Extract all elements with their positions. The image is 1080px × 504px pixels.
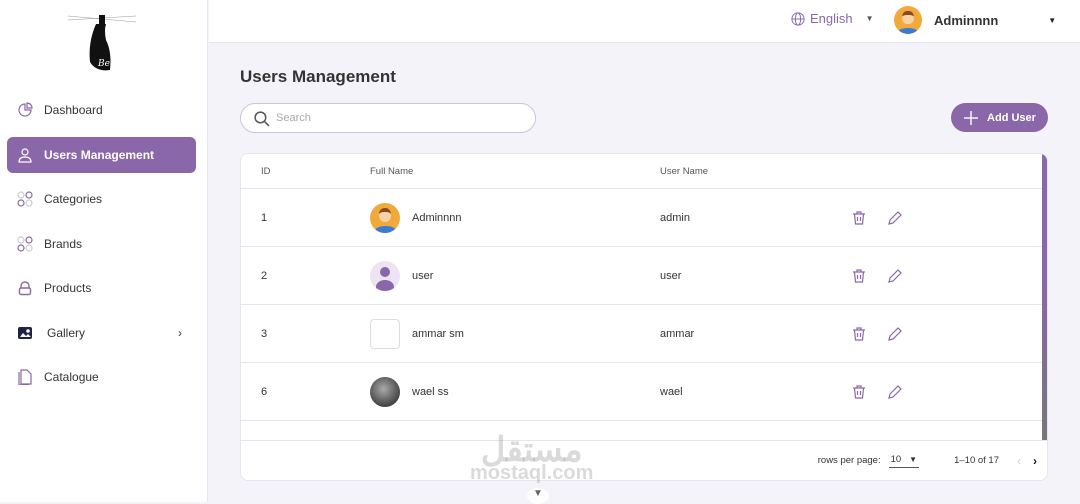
pagination: rows per page: 10 ▼ 1–10 of 17 ‹ › — [241, 440, 1047, 480]
caret-down-icon: ▼ — [865, 14, 874, 23]
scrollbar[interactable] — [1042, 154, 1047, 441]
cell-user-name: admin — [660, 211, 690, 224]
user-icon — [17, 147, 33, 163]
rows-per-page-select[interactable]: 10 ▼ — [888, 453, 920, 468]
cell-full-name: user — [370, 260, 434, 291]
sidebar-item-label: Brands — [44, 236, 83, 251]
lock-icon — [17, 280, 33, 296]
table-row: 1 Adminnnn admin — [241, 189, 1047, 247]
full-name: ammar sm — [412, 327, 464, 340]
cell-id: 3 — [261, 327, 268, 340]
table-body[interactable]: 1 Adminnnn admin 2 user user 3 ammar sm … — [241, 189, 1047, 441]
search-icon — [254, 110, 270, 126]
globe-icon — [791, 11, 805, 26]
delete-icon[interactable] — [851, 384, 867, 400]
beauty-beacon-logo: Beauty — [67, 15, 137, 71]
full-name: wael ss — [412, 385, 449, 398]
delete-icon[interactable] — [851, 326, 867, 342]
plus-icon — [964, 110, 979, 125]
image-icon — [17, 325, 33, 341]
avatar — [370, 318, 400, 349]
sidebar-item-catalogue[interactable]: Catalogue — [7, 359, 196, 395]
language-selector[interactable]: English ▼ — [791, 11, 874, 26]
sidebar-item-brands[interactable]: Brands — [7, 226, 196, 262]
page-title: Users Management — [240, 67, 396, 86]
sidebar-item-categories[interactable]: Categories — [7, 181, 196, 217]
full-name: Adminnnn — [412, 211, 462, 224]
sidebar-item-dashboard[interactable]: Dashboard — [7, 92, 196, 128]
header-full-name[interactable]: Full Name — [370, 166, 413, 177]
rows-per-page-label: rows per page: — [817, 455, 881, 466]
page-range: 1–10 of 17 — [954, 455, 999, 466]
table-row: 6 wael ss wael — [241, 363, 1047, 421]
delete-icon[interactable] — [851, 210, 867, 226]
edit-icon[interactable] — [887, 268, 903, 284]
document-icon — [17, 369, 33, 385]
delete-icon[interactable] — [851, 268, 867, 284]
cell-user-name: wael — [660, 385, 683, 398]
cell-full-name: wael ss — [370, 376, 449, 407]
cell-id: 6 — [261, 385, 268, 398]
table-row: 2 user user — [241, 247, 1047, 305]
edit-icon[interactable] — [887, 210, 903, 226]
add-user-button[interactable]: Add User — [951, 103, 1048, 132]
previous-page-button[interactable]: ‹ — [1017, 454, 1021, 468]
table-row — [241, 421, 1047, 441]
row-actions — [851, 326, 903, 342]
next-page-button[interactable]: › — [1033, 454, 1037, 468]
caret-down-icon: ▼ — [909, 454, 918, 464]
table-row: 3 ammar sm ammar — [241, 305, 1047, 363]
edit-icon[interactable] — [887, 326, 903, 342]
grid-circles-icon — [17, 235, 33, 252]
header-id[interactable]: ID — [261, 166, 271, 177]
language-label: English — [810, 11, 853, 26]
rows-per-page-value: 10 — [890, 453, 902, 465]
sidebar-item-label: Dashboard — [44, 103, 103, 117]
edit-icon[interactable] — [887, 384, 903, 400]
sidebar-item-products[interactable]: Products — [7, 270, 196, 306]
table-header: ID Full Name User Name — [241, 154, 1047, 189]
user-menu[interactable]: Adminnnn ▼ — [894, 6, 1056, 34]
svg-text:Beauty: Beauty — [97, 59, 131, 69]
caret-down-icon: ▼ — [1048, 15, 1057, 25]
add-user-label: Add User — [987, 111, 1036, 124]
sidebar-item-label: Gallery — [47, 325, 86, 340]
user-name: Adminnnn — [934, 12, 999, 28]
cell-id: 1 — [261, 211, 268, 224]
sidebar-item-label: Users Management — [44, 147, 155, 162]
cell-user-name: ammar — [660, 327, 695, 340]
pie-chart-icon — [17, 102, 33, 118]
search-input[interactable] — [276, 112, 418, 124]
sidebar-item-users-management[interactable]: Users Management — [7, 136, 196, 173]
search-box — [240, 103, 536, 133]
avatar — [370, 376, 400, 407]
users-table: ID Full Name User Name 1 Adminnnn admin … — [240, 153, 1048, 481]
cell-full-name: ammar sm — [370, 318, 464, 349]
top-bar: English ▼ Adminnnn ▼ — [209, 0, 1080, 43]
header-user-name[interactable]: User Name — [660, 166, 708, 177]
sidebar: Beauty Dashboard Users Management Catego… — [0, 0, 208, 502]
sidebar-item-label: Products — [44, 281, 92, 295]
row-actions — [851, 384, 903, 400]
avatar — [370, 202, 400, 233]
sidebar-item-gallery[interactable]: Gallery › — [7, 315, 196, 351]
cell-user-name: user — [660, 269, 682, 282]
row-actions — [851, 268, 903, 284]
full-name: user — [412, 269, 434, 282]
cell-id: 2 — [261, 269, 268, 282]
row-actions — [851, 210, 903, 226]
sidebar-item-label: Catalogue — [44, 370, 99, 384]
avatar — [370, 260, 400, 291]
chevron-right-icon[interactable]: › — [178, 326, 182, 340]
sidebar-nav: Dashboard Users Management Categories Br… — [7, 92, 196, 404]
avatar — [894, 6, 922, 34]
cell-full-name: Adminnnn — [370, 202, 462, 233]
grid-circles-icon — [17, 191, 33, 207]
sidebar-item-label: Categories — [44, 192, 103, 206]
